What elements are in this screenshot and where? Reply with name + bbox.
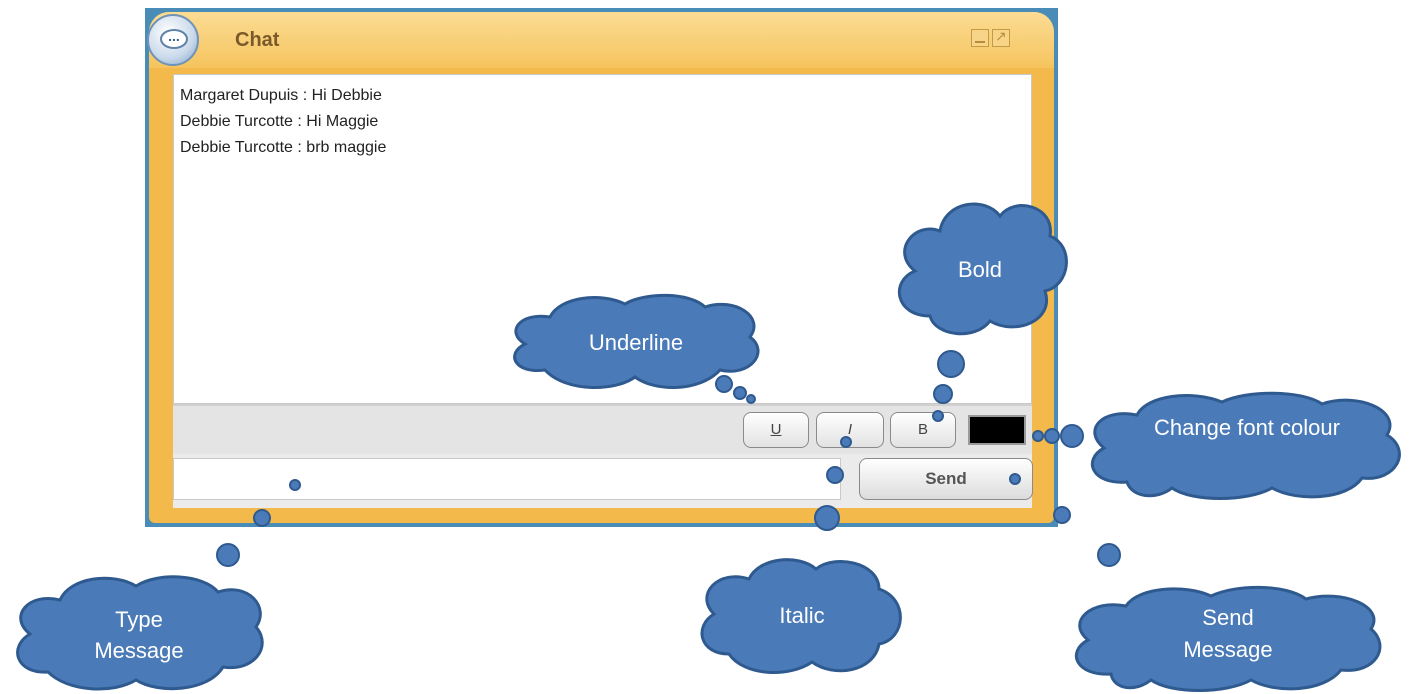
font-color-picker[interactable] [968,415,1026,445]
input-row: Send [173,454,1033,508]
callout-dot [733,386,747,400]
callout-dot [1032,430,1044,442]
callout-type-message: Type Message [8,572,270,694]
callout-dot [932,410,944,422]
chat-message: Debbie Turcotte : Hi Maggie [180,113,379,130]
callout-italic-label: Italic [779,603,825,628]
message-input[interactable] [173,458,841,500]
callout-type-message-label2: Message [94,638,184,663]
callout-dot [933,384,953,404]
callout-dot [1060,424,1084,448]
callout-dot [746,394,756,404]
callout-underline-label: Underline [588,330,684,355]
callout-dot [1044,428,1060,444]
format-toolbar: U I B [173,404,1032,454]
callout-dot [289,479,301,491]
callout-dot [1009,473,1021,485]
callout-change-color: Change font colour [1082,390,1412,502]
callout-dot [216,543,240,567]
chat-message: Debbie Turcotte : brb maggie [180,139,387,156]
callout-type-message-label1: Type [115,607,163,632]
callout-dot [253,509,271,527]
callout-change-color-label: Change font colour [1154,415,1340,440]
popout-button[interactable] [992,28,1010,47]
minimize-button[interactable] [971,29,989,47]
callout-italic: Italic [694,554,910,678]
window-title: Chat [235,29,280,51]
callout-dot [937,350,965,378]
title-bar: ... Chat [147,12,1054,68]
callout-bold-label: Bold [957,257,1003,282]
chat-message: Margaret Dupuis : Hi Debbie [180,87,382,104]
callout-dot [840,436,852,448]
callout-send-message-label2: Message [1183,637,1273,662]
callout-bold: Bold [890,196,1070,342]
callout-send-message: Send Message [1066,584,1390,694]
send-button[interactable]: Send [859,458,1033,500]
callout-dot [1053,506,1071,524]
chat-bubble-icon: ... [147,14,199,66]
callout-dot [814,505,840,531]
callout-dot [1097,543,1121,567]
callout-dot [715,375,733,393]
underline-button[interactable]: U [743,412,809,448]
callout-send-message-label1: Send [1202,605,1254,630]
bold-button[interactable]: B [890,412,956,448]
callout-dot [826,466,844,484]
